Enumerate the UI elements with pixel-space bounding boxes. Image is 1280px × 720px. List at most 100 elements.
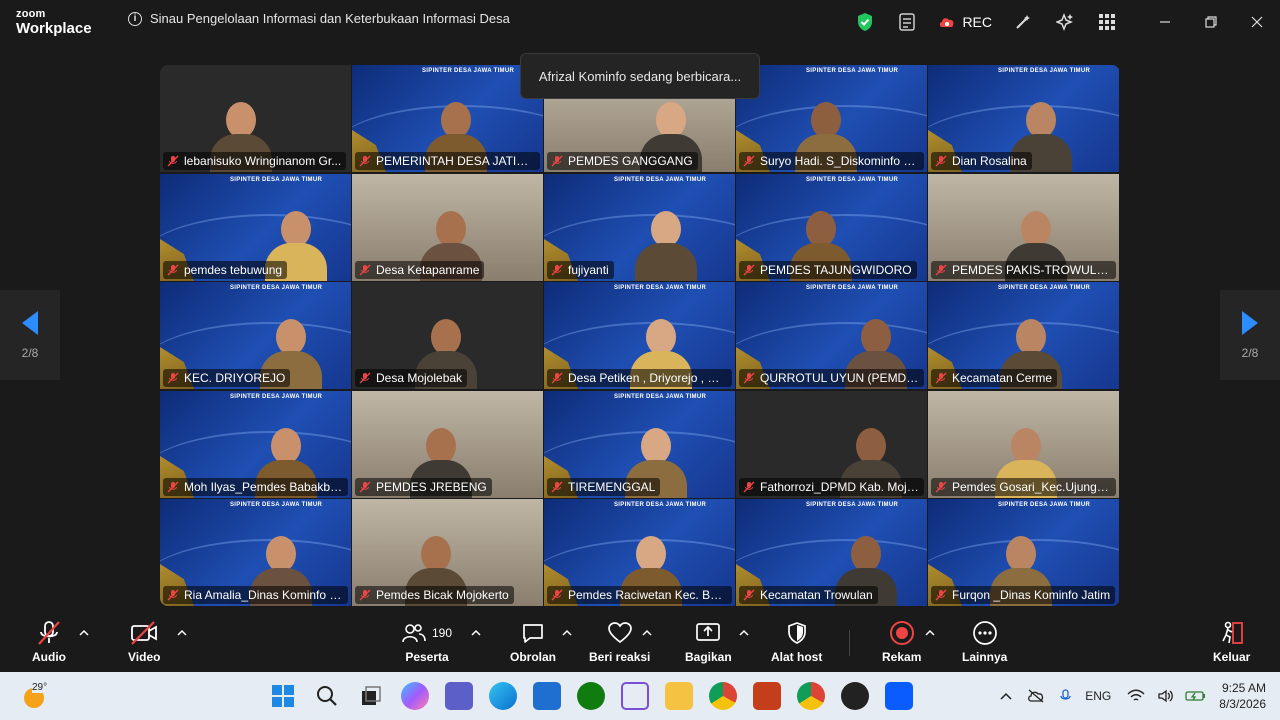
- mic-muted-icon: [551, 264, 563, 276]
- gallery-view-grid-icon[interactable]: [1089, 7, 1125, 37]
- participant-video-tile[interactable]: SIPINTER DESA JAWA TIMUR TIREMENGGAL: [544, 391, 735, 498]
- participant-video-tile[interactable]: SIPINTER DESA JAWA TIMUR Kecamatan Cerme: [928, 282, 1119, 389]
- participant-name: Pemdes Raciwetan Kec. Bun...: [568, 588, 727, 602]
- task-view-icon[interactable]: [357, 682, 385, 710]
- recording-indicator[interactable]: REC: [938, 14, 992, 30]
- participant-name: Suryo Hadi. S_Diskominfo K...: [760, 154, 919, 168]
- chat-options-caret-icon[interactable]: [562, 628, 572, 638]
- meeting-title: Sinau Pengelolaan Informasi dan Keterbuk…: [150, 11, 510, 26]
- participant-video-tile[interactable]: PEMDES PAKIS-TROWULAN: [928, 174, 1119, 281]
- wifi-icon[interactable]: [1123, 686, 1149, 706]
- game-bar-icon[interactable]: [621, 682, 649, 710]
- participant-name-label: Fathorrozi_DPMD Kab. Mojo...: [739, 478, 924, 496]
- mic-muted-icon: [167, 155, 179, 167]
- participant-name-label: Desa Mojolebak: [355, 369, 468, 387]
- participant-video-tile[interactable]: SIPINTER DESA JAWA TIMUR Ria Amalia_Dinas…: [160, 499, 351, 606]
- restore-button[interactable]: [1188, 0, 1234, 44]
- participant-name-label: Pemdes Gosari_Kec.Ujungpa...: [931, 478, 1116, 496]
- microsoft-store-icon[interactable]: [533, 682, 561, 710]
- audio-options-caret-icon[interactable]: [79, 628, 89, 638]
- video-button[interactable]: Video: [128, 620, 160, 664]
- zoom-app-icon[interactable]: [885, 682, 913, 710]
- next-page-button[interactable]: 2/8: [1220, 290, 1280, 380]
- share-screen-button[interactable]: Bagikan: [685, 620, 732, 664]
- participants-options-caret-icon[interactable]: [471, 628, 481, 638]
- annotate-wand-icon[interactable]: [1005, 7, 1041, 37]
- mic-muted-icon: [935, 372, 947, 384]
- media-player-icon[interactable]: [841, 682, 869, 710]
- participant-video-tile[interactable]: SIPINTER DESA JAWA TIMUR PEMERINTAH DESA …: [352, 65, 543, 172]
- leave-meeting-button[interactable]: Keluar: [1213, 620, 1250, 664]
- participant-name: Desa Mojolebak: [376, 371, 463, 385]
- participant-video-tile[interactable]: lebanisuko Wringinanom Gr...: [160, 65, 351, 172]
- start-button[interactable]: [269, 682, 297, 710]
- reactions-button[interactable]: Beri reaksi: [589, 620, 650, 664]
- xbox-icon[interactable]: [577, 682, 605, 710]
- share-options-caret-icon[interactable]: [739, 628, 749, 638]
- battery-charging-icon[interactable]: [1183, 686, 1209, 706]
- search-icon[interactable]: [313, 682, 341, 710]
- participant-video-tile[interactable]: SIPINTER DESA JAWA TIMUR fujiyanti: [544, 174, 735, 281]
- edge-browser-icon[interactable]: [489, 682, 517, 710]
- participant-video-tile[interactable]: SIPINTER DESA JAWA TIMUR pemdes tebuwung: [160, 174, 351, 281]
- chevron-up-icon[interactable]: [993, 686, 1019, 706]
- more-button[interactable]: Lainnya: [962, 620, 1007, 664]
- participant-video-tile[interactable]: Pemdes Gosari_Kec.Ujungpa...: [928, 391, 1119, 498]
- participants-button[interactable]: 190 Peserta: [402, 620, 452, 664]
- clock[interactable]: 9:25 AM 8/3/2026: [1219, 680, 1266, 712]
- participant-name-label: PEMDES JREBENG: [355, 478, 492, 496]
- volume-icon[interactable]: [1153, 686, 1179, 706]
- participant-name-label: Kecamatan Cerme: [931, 369, 1058, 387]
- participant-video-tile[interactable]: SIPINTER DESA JAWA TIMUR QURROTUL UYUN (P…: [736, 282, 927, 389]
- participant-video-tile[interactable]: SIPINTER DESA JAWA TIMUR KEC. DRIYOREJO: [160, 282, 351, 389]
- meeting-info-button[interactable]: i Sinau Pengelolaan Informasi dan Keterb…: [128, 11, 510, 26]
- reactions-options-caret-icon[interactable]: [642, 628, 652, 638]
- participant-video-tile[interactable]: SIPINTER DESA JAWA TIMUR Moh Ilyas_Pemdes…: [160, 391, 351, 498]
- powerpoint-icon[interactable]: [753, 682, 781, 710]
- ai-sparkle-icon[interactable]: [1047, 7, 1083, 37]
- participant-name-label: PEMERINTAH DESA JATIPAS...: [355, 152, 540, 170]
- close-window-button[interactable]: [1234, 0, 1280, 44]
- file-explorer-icon[interactable]: [665, 682, 693, 710]
- mic-muted-icon: [167, 264, 179, 276]
- weather-widget[interactable]: 29°: [22, 682, 52, 712]
- virtual-background-banner: SIPINTER DESA JAWA TIMUR: [230, 502, 323, 508]
- security-shield-icon[interactable]: [847, 7, 883, 37]
- participant-video-tile[interactable]: SIPINTER DESA JAWA TIMUR Desa Petiken , D…: [544, 282, 735, 389]
- cloud-off-icon[interactable]: [1023, 686, 1049, 706]
- participant-video-tile[interactable]: Fathorrozi_DPMD Kab. Mojo...: [736, 391, 927, 498]
- virtual-background-banner: SIPINTER DESA JAWA TIMUR: [806, 177, 899, 183]
- participant-video-tile[interactable]: SIPINTER DESA JAWA TIMUR Kecamatan Trowul…: [736, 499, 927, 606]
- notes-icon[interactable]: [889, 7, 925, 37]
- participant-video-tile[interactable]: SIPINTER DESA JAWA TIMUR Suryo Hadi. S_Di…: [736, 65, 927, 172]
- input-language[interactable]: ENG: [1085, 689, 1111, 703]
- participant-video-tile[interactable]: SIPINTER DESA JAWA TIMUR PEMDES TAJUNGWID…: [736, 174, 927, 281]
- video-options-caret-icon[interactable]: [177, 628, 187, 638]
- chrome-profile-icon[interactable]: [797, 682, 825, 710]
- participant-video-tile[interactable]: Pemdes Bicak Mojokerto: [352, 499, 543, 606]
- share-screen-icon: [695, 620, 721, 646]
- chrome-browser-icon[interactable]: [709, 682, 737, 710]
- participant-video-tile[interactable]: Desa Ketapanrame: [352, 174, 543, 281]
- participant-video-tile[interactable]: SIPINTER DESA JAWA TIMUR Pemdes Raciwetan…: [544, 499, 735, 606]
- previous-page-button[interactable]: 2/8: [0, 290, 60, 380]
- participant-name: PEMDES PAKIS-TROWULAN: [952, 263, 1111, 277]
- copilot-icon[interactable]: [401, 682, 429, 710]
- participant-video-tile[interactable]: PEMDES JREBENG: [352, 391, 543, 498]
- chat-button[interactable]: Obrolan: [510, 620, 556, 664]
- record-options-caret-icon[interactable]: [925, 628, 935, 638]
- participant-name-label: QURROTUL UYUN (PEMDES ...: [739, 369, 924, 387]
- minimize-button[interactable]: [1142, 0, 1188, 44]
- virtual-background-banner: SIPINTER DESA JAWA TIMUR: [806, 285, 899, 291]
- virtual-background-banner: SIPINTER DESA JAWA TIMUR: [422, 68, 515, 74]
- participant-video-tile[interactable]: SIPINTER DESA JAWA TIMUR Furqon _Dinas Ko…: [928, 499, 1119, 606]
- teams-icon[interactable]: [445, 682, 473, 710]
- record-button[interactable]: Rekam: [882, 620, 921, 664]
- participant-name-label: KEC. DRIYOREJO: [163, 369, 291, 387]
- mic-location-icon[interactable]: [1053, 686, 1079, 706]
- participant-video-tile[interactable]: SIPINTER DESA JAWA TIMUR Dian Rosalina: [928, 65, 1119, 172]
- toolbar-divider: [849, 630, 850, 656]
- host-tools-button[interactable]: Alat host: [771, 620, 822, 664]
- participant-video-tile[interactable]: Desa Mojolebak: [352, 282, 543, 389]
- audio-button[interactable]: Audio: [32, 620, 66, 664]
